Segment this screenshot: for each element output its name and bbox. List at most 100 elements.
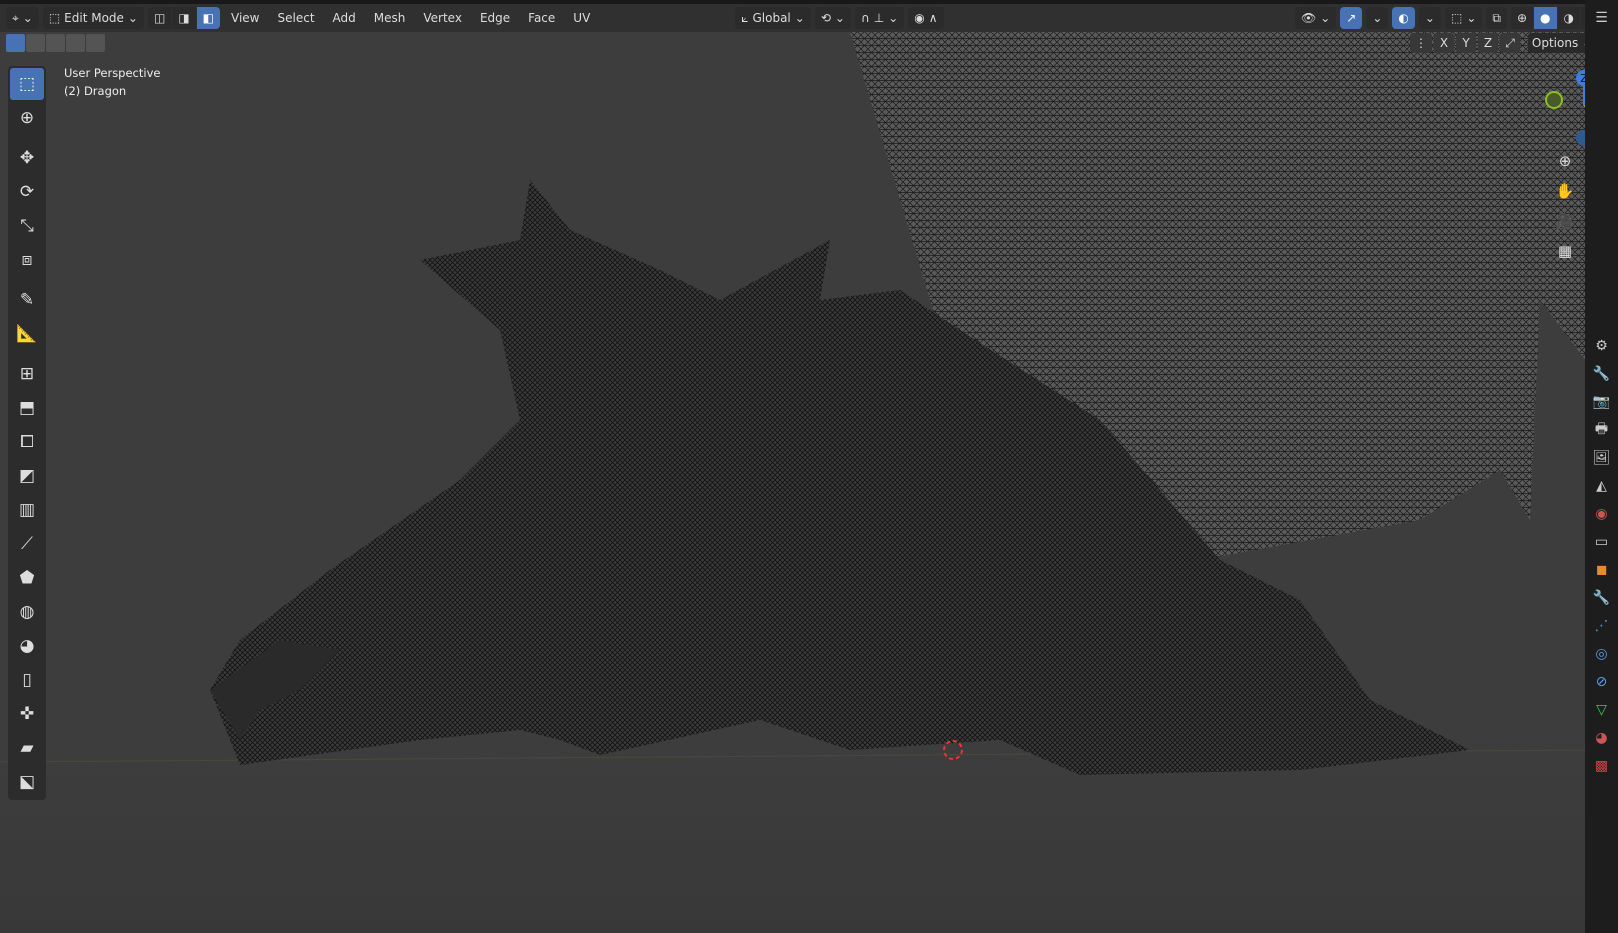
mode-select[interactable]: ⬚ Edit Mode ⌄ [42,7,144,29]
menu-uv[interactable]: UV [566,7,597,29]
tool-shelf: ⬚ ⊕ ✥ ⟳ ⤡ ⧈ ✎ 📐 ⊞ ⬒ ⧠ ◩ ▥ ⟋ ⬟ ◍ ◕ ▯ ✜ ▰ … [8,66,46,800]
shading-solid[interactable]: ● [1534,7,1557,29]
options-label: Options [1531,36,1579,50]
mirror-options: ⋮ X Y Z ⤢ Options ⌄ [1410,32,1596,54]
object-tab[interactable]: ◼ [1585,556,1618,584]
menu-add[interactable]: Add [326,7,363,29]
magnet-icon: ∩ [860,11,870,25]
particles-tab[interactable]: ⋰ [1585,612,1618,640]
shrink-fatten-tool[interactable]: ✜ [10,698,44,730]
data-tab[interactable]: ▽ [1585,696,1618,724]
mesh-overlays-select[interactable]: ⬚ ⌄ [1444,7,1483,29]
mirror-y-toggle[interactable]: Y [1456,33,1476,53]
menu-select[interactable]: Select [271,7,322,29]
output-tab[interactable]: 🖶 [1585,416,1618,444]
gizmo-icon: ↗ [1346,11,1357,25]
menu-edge[interactable]: Edge [473,7,517,29]
shear-tool[interactable]: ▰ [10,732,44,764]
physics-tab[interactable]: ◎ [1585,640,1618,668]
gizmo-dropdown[interactable]: ⌄ [1366,7,1389,29]
poly-build-tool[interactable]: ⬟ [10,562,44,594]
zoom-icon[interactable]: ⊕ [1552,148,1578,174]
solid-sphere-icon: ● [1540,11,1551,25]
editor-type-icon: ⌖ [12,10,19,25]
snap-increment-icon: ⊥ [873,11,885,25]
chevron-down-icon: ⌄ [22,11,33,25]
xray-toggle[interactable]: ⧉ [1486,7,1507,29]
active-object: (2) Dragon [64,84,127,98]
visibility-select[interactable]: 👁 ⌄ [1295,7,1337,29]
orientation-label: Global [752,11,791,25]
topology-mirror-toggle[interactable]: ⤢ [1500,33,1520,53]
move-tool[interactable]: ✥ [10,142,44,174]
cursor-tool[interactable]: ⊕ [10,102,44,134]
mode-label: Edit Mode [64,11,124,25]
select-extend-button[interactable] [26,34,45,52]
dragon-wireframe-mesh [0,32,1585,933]
transform-tool[interactable]: ⧈ [10,244,44,276]
editor-type-button[interactable]: ⌖ ⌄ [6,7,39,29]
scene-tab[interactable]: ◭ [1585,472,1618,500]
menu-vertex[interactable]: Vertex [416,7,469,29]
properties-tab-strip: ☰ ⚙ 🔧 📷 🖶 🖼 ◭ ◉ ▭ ◼ 🔧 ⋰ ◎ ⊘ ▽ ◕ ▩ [1585,0,1618,933]
pivot-icon: ⟲ [820,11,831,25]
select-invert-button[interactable] [66,34,85,52]
mirror-z-toggle[interactable]: Z [1478,33,1498,53]
bevel-tool[interactable]: ◩ [10,460,44,492]
outliner-icon[interactable]: ☰ [1585,4,1618,32]
chevron-down-icon: ⌄ [794,11,805,25]
menu-face[interactable]: Face [521,7,562,29]
perspective-grid-icon[interactable]: ▦ [1552,238,1578,264]
tool-settings-tab[interactable]: ⚙ [1585,332,1618,360]
rotate-tool[interactable]: ⟳ [10,176,44,208]
annotate-tool[interactable]: ✎ [10,284,44,316]
transform-orientation-select[interactable]: ⟀ Global ⌄ [735,7,811,29]
pan-hand-icon[interactable]: ✋ [1552,178,1578,204]
add-cube-tool[interactable]: ⊞ [10,358,44,390]
overlays-dropdown[interactable]: ⌄ [1418,7,1441,29]
snap-toggle[interactable]: ∩ ⊥ ⌄ [854,7,905,29]
texture-tab[interactable]: ▩ [1585,752,1618,780]
loop-cut-tool[interactable]: ▥ [10,494,44,526]
camera-view-icon[interactable]: 🎥 [1552,208,1578,234]
proportional-edit-toggle[interactable]: ◉ ∧ [908,7,944,29]
overlays-toggle[interactable]: ◐ [1392,7,1415,29]
inset-tool[interactable]: ⧠ [10,426,44,458]
modifier-tab[interactable]: 🔧 [1585,584,1618,612]
render-tab[interactable]: 📷 [1585,388,1618,416]
extrude-tool[interactable]: ⬒ [10,392,44,424]
spin-tool[interactable]: ◍ [10,596,44,628]
orientation-icon: ⟀ [741,10,749,25]
select-box-tool[interactable]: ⬚ [10,68,44,100]
overlays-icon: ◐ [1398,11,1409,25]
shading-material[interactable]: ◑ [1557,7,1580,29]
select-intersect-button[interactable] [86,34,105,52]
scale-tool[interactable]: ⤡ [10,210,44,242]
shading-wireframe[interactable]: ⊕ [1510,7,1534,29]
tool-tab[interactable]: 🔧 [1585,360,1618,388]
vertex-select-mode[interactable]: ◫ [147,7,172,29]
material-tab[interactable]: ◕ [1585,724,1618,752]
constraints-tab[interactable]: ⊘ [1585,668,1618,696]
pivot-point-select[interactable]: ⟲ ⌄ [814,7,851,29]
edge-slide-tool[interactable]: ▯ [10,664,44,696]
3d-viewport[interactable] [0,32,1585,933]
mirror-icon: ⋮ [1410,33,1432,53]
mirror-x-toggle[interactable]: X [1434,33,1454,53]
smooth-tool[interactable]: ◕ [10,630,44,662]
rip-region-tool[interactable]: ⬕ [10,766,44,798]
menu-view[interactable]: View [224,7,266,29]
face-select-mode[interactable]: ◧ [196,7,221,29]
view-layer-tab[interactable]: 🖼 [1585,444,1618,472]
select-new-button[interactable] [6,34,25,52]
measure-tool[interactable]: 📐 [10,318,44,350]
gizmo-neg-y[interactable] [1545,91,1563,109]
edge-select-mode[interactable]: ◨ [172,7,196,29]
view-name: User Perspective [64,66,161,80]
menu-mesh[interactable]: Mesh [367,7,413,29]
knife-tool[interactable]: ⟋ [10,528,44,560]
gizmo-toggle[interactable]: ↗ [1340,7,1363,29]
collection-tab[interactable]: ▭ [1585,528,1618,556]
select-subtract-button[interactable] [46,34,65,52]
world-tab[interactable]: ◉ [1585,500,1618,528]
